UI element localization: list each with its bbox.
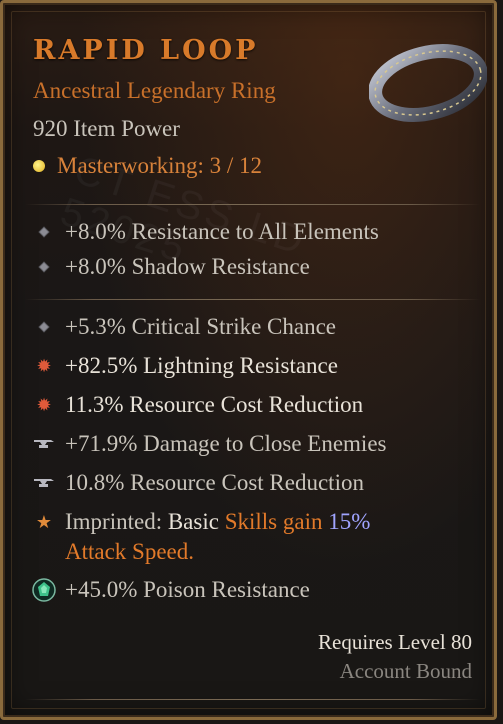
socket-text: +45.0% Poison Resistance [65, 577, 310, 602]
tempered-anvil-icon [34, 440, 54, 448]
affix-text: +82.5% Lightning Resistance [65, 353, 338, 378]
affix-text: +71.9% Damage to Close Enemies [65, 431, 387, 456]
masterworking-label: Masterworking: 3 / 12 [57, 153, 263, 178]
tempered-anvil-icon [34, 479, 54, 487]
affix-text: 10.8% Resource Cost Reduction [65, 470, 364, 495]
implicit-stat-row: +8.0% Resistance to All Elements [31, 219, 379, 245]
divider-3 [25, 699, 480, 700]
ring-icon [369, 44, 487, 122]
divider-1 [25, 204, 480, 205]
affix-row: ✹ +82.5% Lightning Resistance [31, 353, 338, 379]
masterwork-dot-icon [33, 160, 45, 172]
diamond-bullet-icon [39, 227, 49, 237]
affix-row: 10.8% Resource Cost Reduction [31, 470, 364, 496]
imprint-row: ★ Imprinted: Basic Skills gain 15% [31, 509, 370, 535]
affix-text: 11.3% Resource Cost Reduction [65, 392, 364, 417]
affix-row: +71.9% Damage to Close Enemies [31, 431, 386, 457]
imprint-percent: 15% [328, 509, 371, 534]
greater-affix-burst-icon: ✹ [36, 355, 52, 376]
imprint-star-icon: ★ [35, 511, 53, 532]
socket-row: +45.0% Poison Resistance [31, 577, 310, 603]
affix-row: ✹ 11.3% Resource Cost Reduction [31, 392, 363, 418]
imprint-prefix: Imprinted: [65, 509, 163, 534]
poison-gem-icon [32, 578, 56, 602]
item-power: 920 Item Power [33, 116, 180, 141]
implicit-stat-text: +8.0% Shadow Resistance [65, 254, 310, 279]
affix-text: +5.3% Critical Strike Chance [65, 314, 337, 339]
divider-2 [25, 299, 480, 300]
diamond-bullet-icon [39, 322, 49, 332]
imprint-basic: Basic [167, 509, 219, 534]
diamond-bullet-icon [39, 262, 49, 272]
required-level: Requires Level 80 [318, 630, 472, 654]
item-tooltip: CT ESS LD 52025 RAPID LOOP Ancestral Leg… [0, 0, 497, 720]
imprint-skills-gain: Skills gain [224, 509, 323, 534]
implicit-stat-text: +8.0% Resistance to All Elements [65, 219, 379, 244]
implicit-stat-row: +8.0% Shadow Resistance [31, 254, 310, 280]
imprint-line2: Attack Speed. [65, 539, 195, 564]
account-bound-label: Account Bound [339, 659, 472, 683]
greater-affix-burst-icon: ✹ [36, 394, 52, 415]
affix-row: +5.3% Critical Strike Chance [31, 314, 336, 340]
masterworking-row: Masterworking: 3 / 12 [33, 153, 262, 179]
item-type: Ancestral Legendary Ring [33, 78, 276, 103]
item-name: RAPID LOOP [33, 35, 259, 66]
